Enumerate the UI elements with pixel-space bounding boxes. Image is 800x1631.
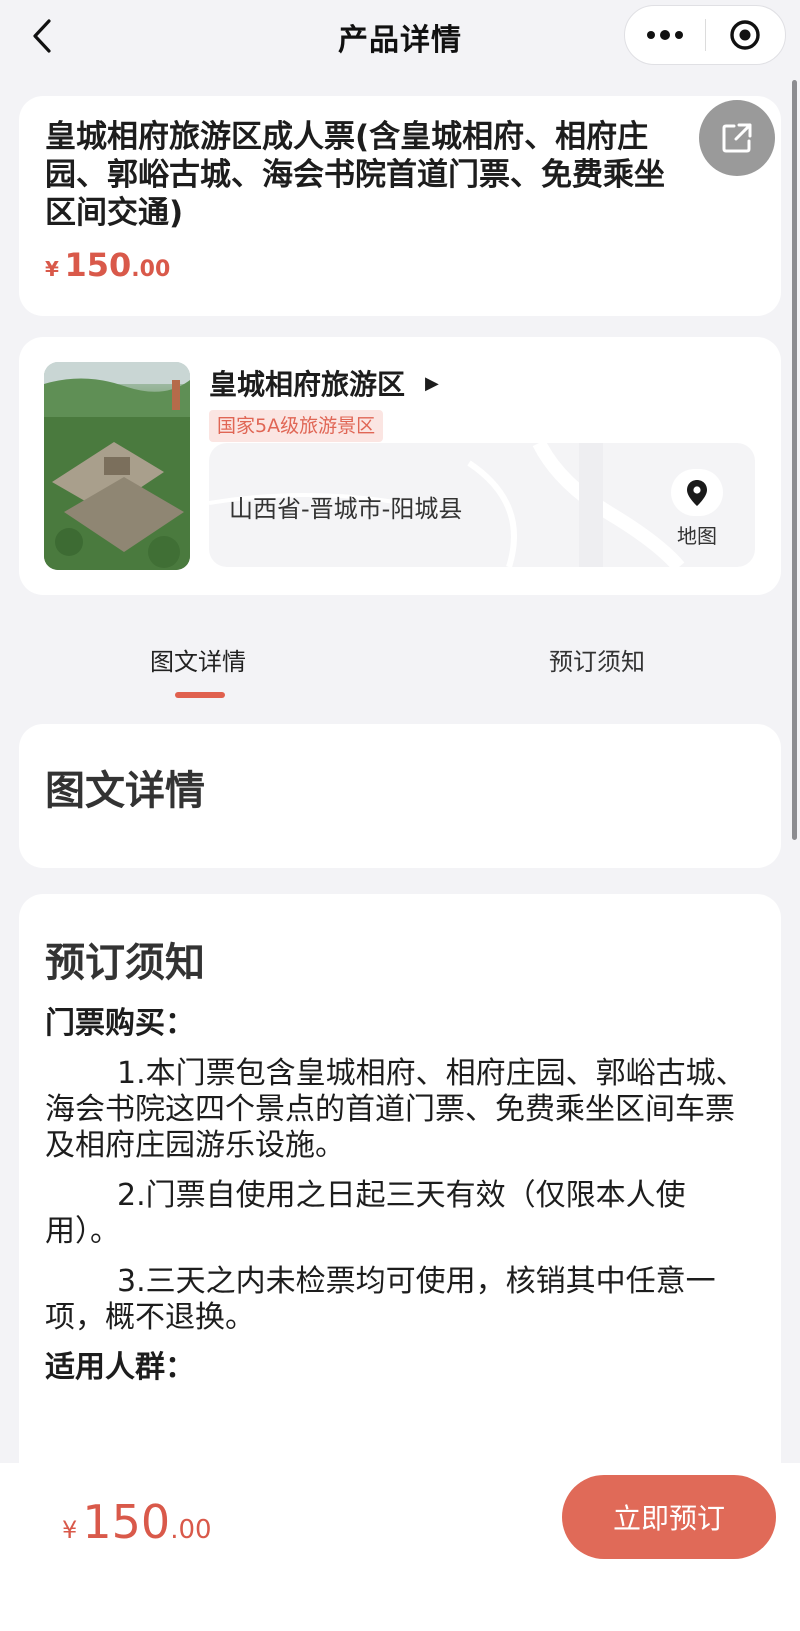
scenic-name: 皇城相府旅游区 (209, 368, 406, 401)
scenic-name-link[interactable]: 皇城相府旅游区 ▶ (209, 363, 439, 403)
map-label: 地图 (677, 524, 717, 548)
active-tab-indicator (175, 692, 225, 698)
scenic-card: 皇城相府旅游区 ▶ 国家5A级旅游景区 山西省-晋城市-阳城县 地图 (19, 337, 781, 595)
price-currency: ¥ (45, 257, 59, 281)
audience-subtitle: 适用人群： (45, 1350, 195, 1385)
pin-wrapper (671, 469, 723, 516)
bottom-price-decimal: .00 (170, 1515, 212, 1545)
book-now-button[interactable]: 立即预订 (562, 1475, 776, 1559)
bottom-action-bar: ¥ 150.00 立即预订 (0, 1463, 800, 1631)
scenic-thumbnail[interactable] (44, 362, 190, 570)
detail-section-card: 图文详情 (19, 724, 781, 868)
target-circle-icon (730, 20, 760, 50)
bottom-price: ¥ 150.00 (62, 1495, 212, 1549)
bottom-price-integer: 150 (82, 1495, 171, 1549)
mini-program-capsule (624, 5, 786, 65)
notice-section-card: 预订须知 门票购买： 1.本门票包含皇城相府、相府庄园、郭峪古城、海会书院这四个… (19, 894, 781, 1534)
more-dots-icon (646, 30, 683, 40)
scenic-photo-image (44, 362, 190, 570)
triangle-right-icon: ▶ (425, 372, 439, 394)
page-title: 产品详情 (338, 23, 462, 58)
price-decimal: .00 (131, 257, 171, 282)
notice-item: 2.门票自使用之日起三天有效（仅限本人使用）。 (45, 1178, 686, 1249)
product-price: ¥ 150.00 (45, 246, 170, 284)
top-navigation-bar: 产品详情 (0, 0, 800, 74)
notice-body: 门票购买： 1.本门票包含皇城相府、相府庄园、郭峪古城、海会书院这四个景点的首道… (45, 1006, 755, 1400)
back-chevron-icon (33, 19, 51, 53)
scenic-address: 山西省-晋城市-阳城县 (229, 495, 463, 523)
more-menu-button[interactable] (625, 6, 705, 64)
back-button[interactable] (22, 14, 62, 58)
location-pin-icon (687, 479, 707, 506)
product-title: 皇城相府旅游区成人票(含皇城相府、相府庄园、郭峪古城、海会书院首道门票、免费乘坐… (45, 119, 665, 231)
notice-item: 1.本门票包含皇城相府、相府庄园、郭峪古城、海会书院这四个景点的首道门票、免费乘… (45, 1056, 746, 1163)
rating-badge: 国家5A级旅游景区 (209, 410, 384, 442)
notice-heading: 预订须知 (45, 940, 205, 986)
notice-item: 3.三天之内未检票均可使用，核销其中任意一项，概不退换。 (45, 1264, 716, 1335)
close-mini-program-button[interactable] (706, 6, 786, 64)
open-map-button[interactable]: 地图 (655, 469, 739, 549)
bottom-price-currency: ¥ (62, 1516, 78, 1544)
purchase-subtitle: 门票购买： (45, 1006, 195, 1041)
map-preview[interactable]: 山西省-晋城市-阳城县 地图 (209, 443, 755, 567)
tab-booking-notice[interactable]: 预订须知 (549, 642, 645, 677)
scrollbar[interactable] (792, 80, 797, 840)
share-button[interactable] (699, 100, 775, 176)
tab-detail[interactable]: 图文详情 (150, 642, 246, 677)
product-info-card: 皇城相府旅游区成人票(含皇城相府、相府庄园、郭峪古城、海会书院首道门票、免费乘坐… (19, 96, 781, 316)
detail-heading: 图文详情 (45, 768, 205, 814)
price-integer: 150 (64, 246, 132, 284)
share-icon (722, 123, 752, 153)
